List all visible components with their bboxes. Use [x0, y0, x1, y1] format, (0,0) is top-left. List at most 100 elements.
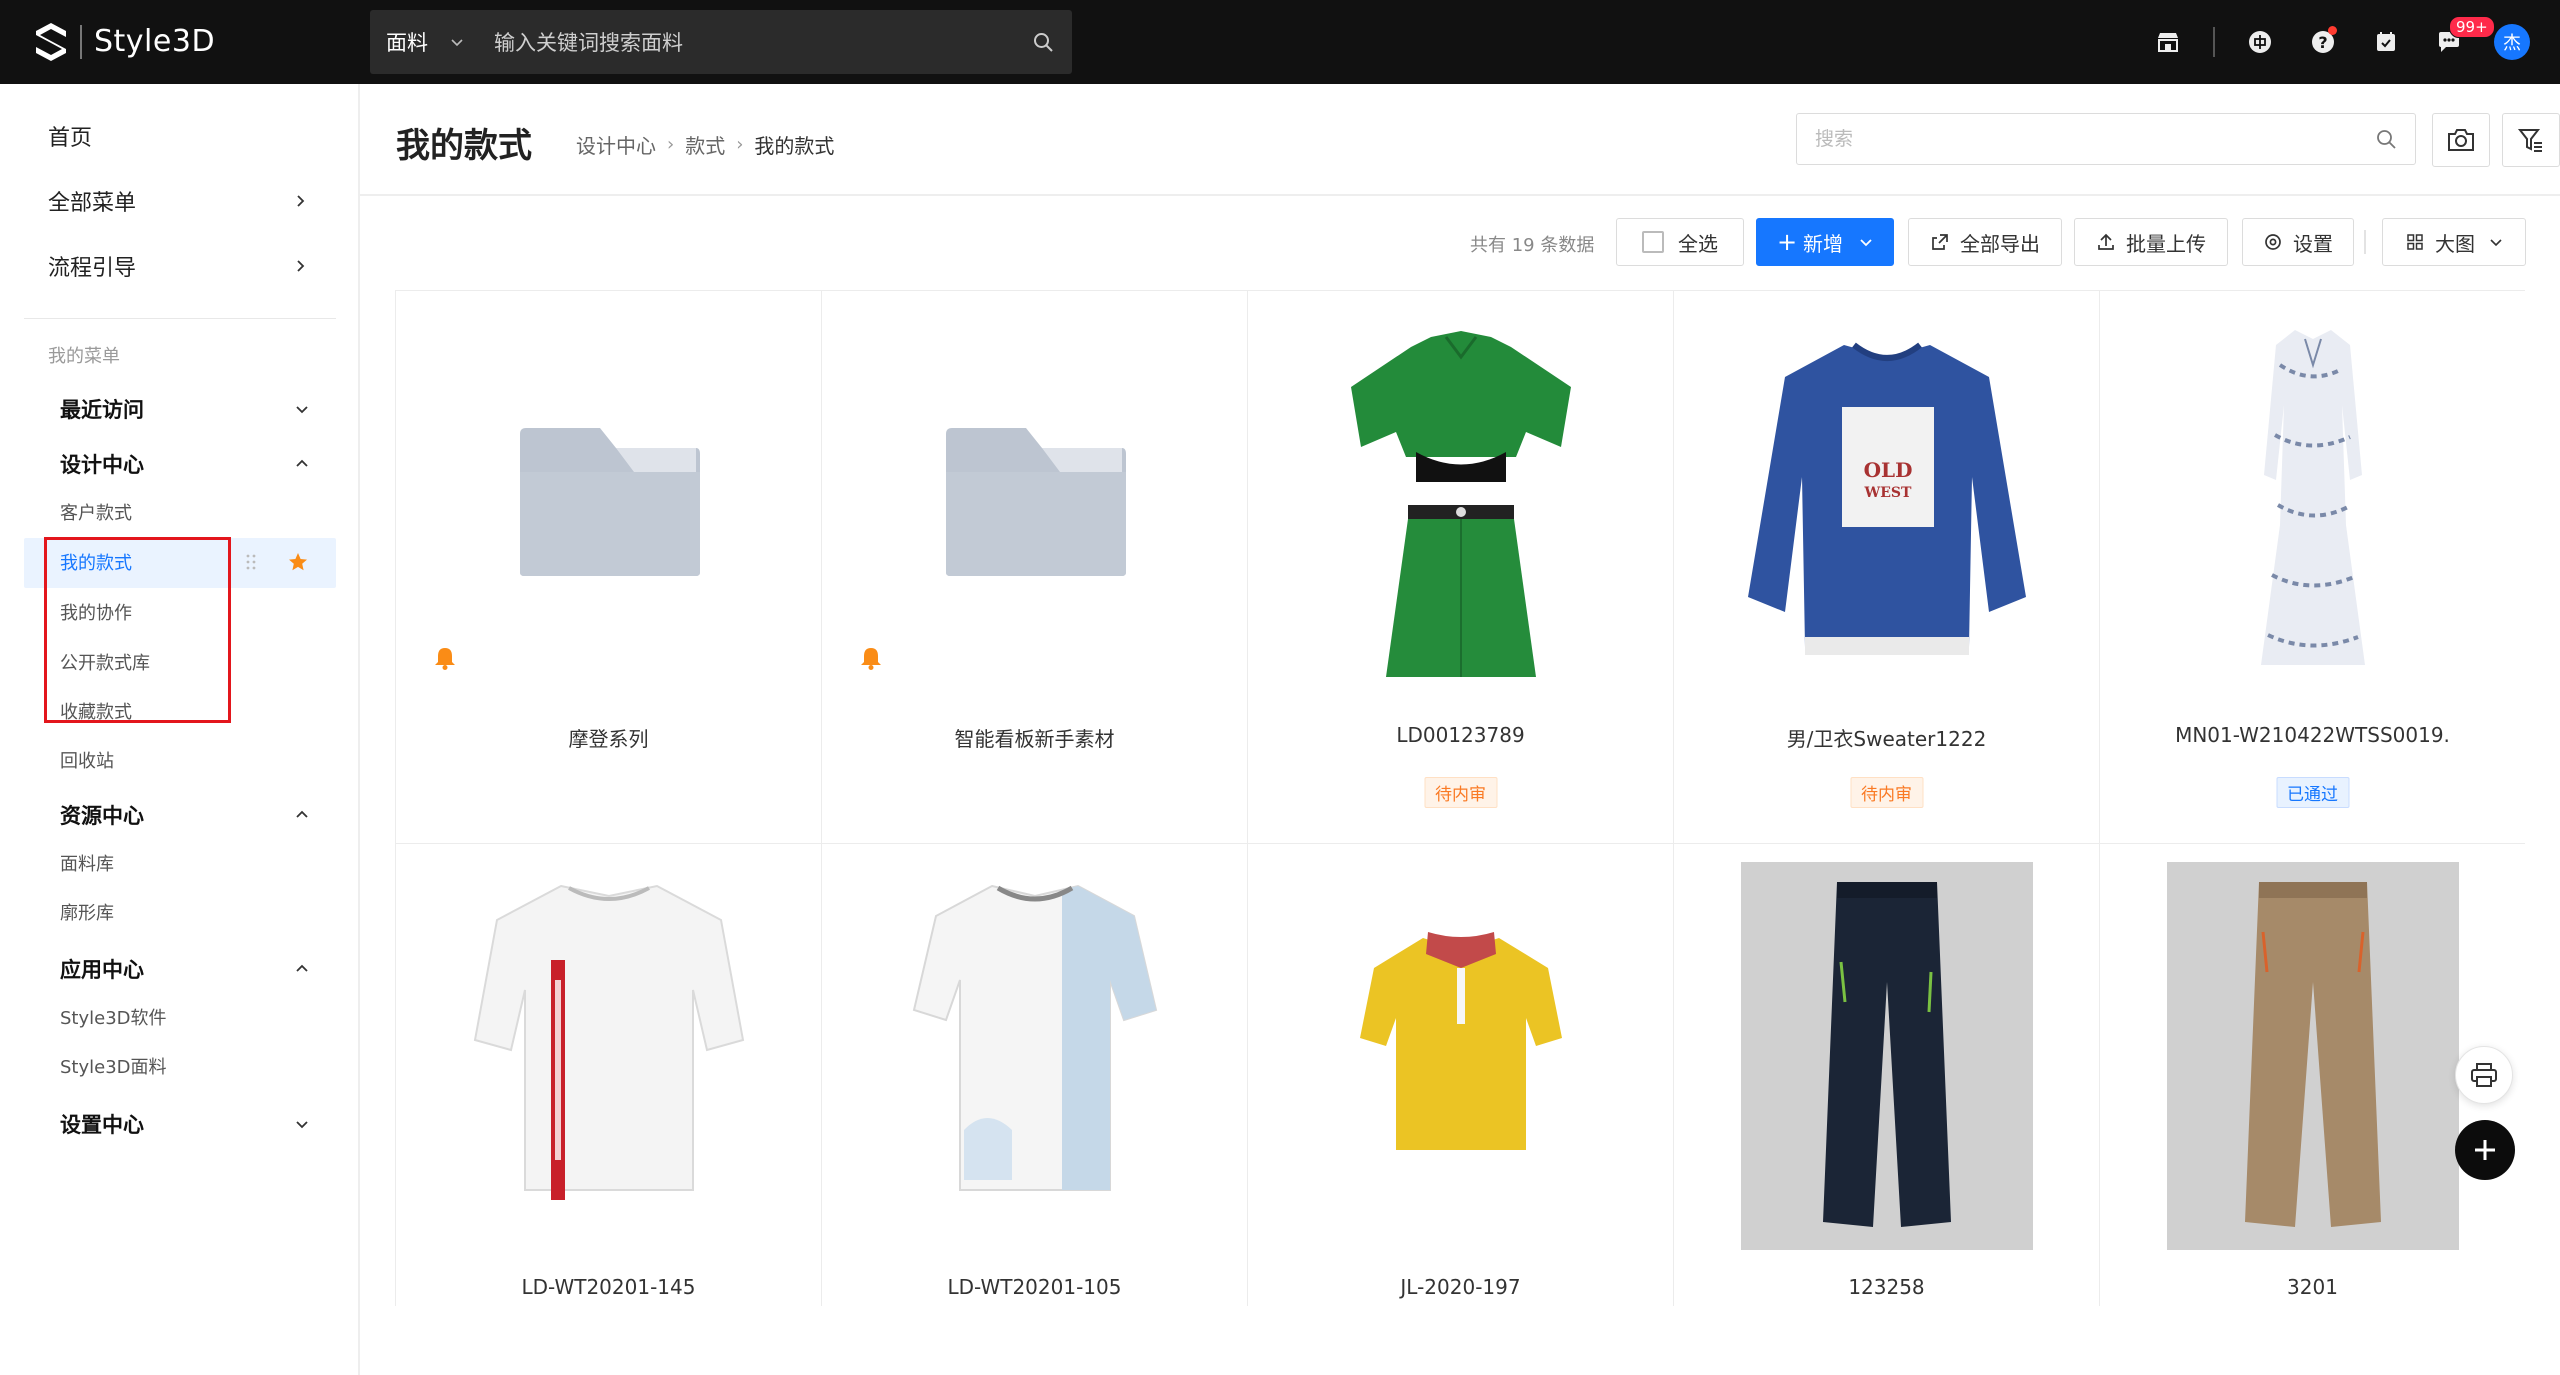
settings-button[interactable]: 设置: [2242, 218, 2354, 266]
sidebar-item-client-styles[interactable]: 客户款式: [60, 499, 132, 525]
chevron-down-icon[interactable]: [1859, 235, 1873, 249]
highlight-annotation-box: [44, 537, 231, 723]
sidebar-item-all-menus[interactable]: 全部菜单: [48, 185, 308, 217]
style-name: LD00123789: [1396, 723, 1525, 747]
group-label: 设置中心: [60, 1113, 144, 1137]
folder-icon: [520, 428, 700, 576]
chevron-right-icon: [297, 260, 305, 272]
style-card[interactable]: MN01-W210422WTSS0019. 已通过: [2100, 291, 2525, 844]
select-all-button[interactable]: 全选: [1616, 218, 1744, 266]
sidebar-group-apps[interactable]: 应用中心: [60, 954, 310, 984]
upload-icon: [2098, 233, 2114, 250]
sidebar-item-silhouette-library[interactable]: 廓形库: [60, 899, 114, 925]
style-card[interactable]: LD00123789 待内审: [1248, 291, 1674, 844]
add-button[interactable]: + 新增: [1756, 218, 1894, 266]
search-icon[interactable]: [1032, 31, 1054, 53]
topbar-divider: [2213, 27, 2215, 57]
batch-upload-button[interactable]: 批量上传: [2074, 218, 2228, 266]
print-icon: [2471, 1063, 2497, 1087]
sidebar-item-style3d-fabric[interactable]: Style3D面料: [60, 1053, 167, 1079]
style-name: 3201: [2287, 1275, 2338, 1299]
breadcrumb-item[interactable]: 设计中心: [576, 130, 656, 159]
sidebar-group-settings[interactable]: 设置中心: [60, 1109, 310, 1139]
search-icon[interactable]: [2375, 128, 2397, 150]
avatar[interactable]: 杰: [2494, 24, 2530, 60]
yellow-polo-thumbnail: [1360, 932, 1562, 1150]
message-icon[interactable]: 99+: [2431, 16, 2495, 60]
chevron-up-icon: [296, 459, 308, 467]
notification-dot: [2328, 26, 2337, 35]
navy-pants-icon: [1823, 882, 1951, 1227]
style-card[interactable]: LD-WT20201-105: [822, 844, 1248, 1306]
style-card-folder[interactable]: 智能看板新手素材: [822, 291, 1248, 844]
star-icon[interactable]: [287, 551, 309, 573]
style-name: 智能看板新手素材: [954, 727, 1115, 751]
camera-icon: [2448, 129, 2474, 151]
style-search[interactable]: [1796, 113, 2416, 165]
chevron-down-icon: [296, 406, 308, 414]
style-name: 123258: [1848, 1275, 1925, 1299]
style-card-folder[interactable]: 摩登系列: [396, 291, 822, 844]
chevron-up-icon: [296, 964, 308, 972]
global-search-input[interactable]: 输入关键词搜索面料: [494, 27, 1032, 57]
plus-icon: [2475, 1140, 2495, 1160]
logo[interactable]: Style3D: [34, 20, 215, 64]
add-label: 新增: [1803, 231, 1844, 256]
style3d-logo-icon: [36, 23, 66, 61]
style-name: 摩登系列: [568, 727, 649, 751]
print-button[interactable]: [2455, 1046, 2513, 1104]
settings-label: 设置: [2293, 231, 2333, 256]
export-all-button[interactable]: 全部导出: [1908, 218, 2062, 266]
style-card[interactable]: OLD WEST 男/卫衣Sweater1222 待内审: [1674, 291, 2100, 844]
message-badge: 99+: [2449, 16, 2495, 38]
style-name: JL-2020-197: [1400, 1275, 1521, 1299]
global-search[interactable]: 面料 输入关键词搜索面料: [370, 10, 1072, 74]
store-icon[interactable]: [2150, 24, 2186, 60]
status-badge: 已通过: [2276, 777, 2349, 808]
page-title: 我的款式: [396, 126, 532, 166]
task-icon[interactable]: [2368, 24, 2404, 60]
sidebar-item-style3d-software[interactable]: Style3D软件: [60, 1004, 167, 1030]
help-icon[interactable]: ?: [2305, 24, 2341, 60]
select-all-checkbox[interactable]: [1642, 231, 1664, 253]
breadcrumb: 设计中心 › 款式 › 我的款式: [576, 130, 834, 159]
bell-icon[interactable]: [858, 645, 884, 671]
view-mode-select[interactable]: 大图: [2382, 218, 2526, 266]
export-all-label: 全部导出: [1960, 231, 2040, 256]
top-bar: Style3D 面料 输入关键词搜索面料 ? 99+ 杰: [0, 0, 2560, 84]
sidebar-group-design[interactable]: 设计中心: [60, 449, 310, 479]
sidebar-item-home[interactable]: 首页: [48, 120, 308, 152]
status-badge: 待内审: [1424, 777, 1497, 808]
breadcrumb-item[interactable]: 款式: [685, 130, 725, 159]
sidebar-group-recent[interactable]: 最近访问: [60, 394, 310, 424]
grid-view-icon: [2407, 234, 2423, 250]
floating-add-button[interactable]: [2455, 1120, 2515, 1180]
image-search-button[interactable]: [2432, 113, 2490, 167]
sidebar-item-label: 流程引导: [48, 256, 137, 281]
batch-upload-label: 批量上传: [2126, 231, 2206, 256]
filter-button[interactable]: [2502, 113, 2560, 167]
style-name: 男/卫衣Sweater1222: [1786, 727, 1987, 751]
style-grid: 摩登系列 智能看板新手素材 LD00123789 待内审 OLD WEST 男/…: [395, 290, 2525, 1306]
sidebar-item-fabric-library[interactable]: 面料库: [60, 850, 114, 876]
filter-icon: [2517, 129, 2542, 152]
drag-handle-icon[interactable]: [244, 552, 258, 572]
style-card[interactable]: JL-2020-197: [1248, 844, 1674, 1306]
chevron-down-icon[interactable]: [450, 35, 464, 49]
breadcrumb-current: 我的款式: [754, 134, 835, 158]
style-name: LD-WT20201-145: [521, 1275, 696, 1299]
search-type-select[interactable]: 面料: [386, 27, 446, 57]
navy-pants-thumbnail: [1741, 862, 2033, 1250]
sidebar-item-label: 全部菜单: [48, 191, 137, 216]
style-card[interactable]: 123258: [1674, 844, 2100, 1306]
bell-icon[interactable]: [432, 645, 458, 671]
breadcrumb-separator-icon: ›: [667, 134, 675, 155]
style-card[interactable]: LD-WT20201-145: [396, 844, 822, 1306]
style-search-input[interactable]: [1815, 128, 2375, 150]
cn-language-icon[interactable]: [2242, 24, 2278, 60]
sidebar-group-resource[interactable]: 资源中心: [60, 800, 310, 830]
sidebar-item-recycle-bin[interactable]: 回收站: [60, 747, 114, 773]
khaki-pants-thumbnail: [2167, 862, 2459, 1250]
group-label: 最近访问: [60, 398, 144, 422]
sidebar-item-process-guide[interactable]: 流程引导: [48, 250, 308, 282]
